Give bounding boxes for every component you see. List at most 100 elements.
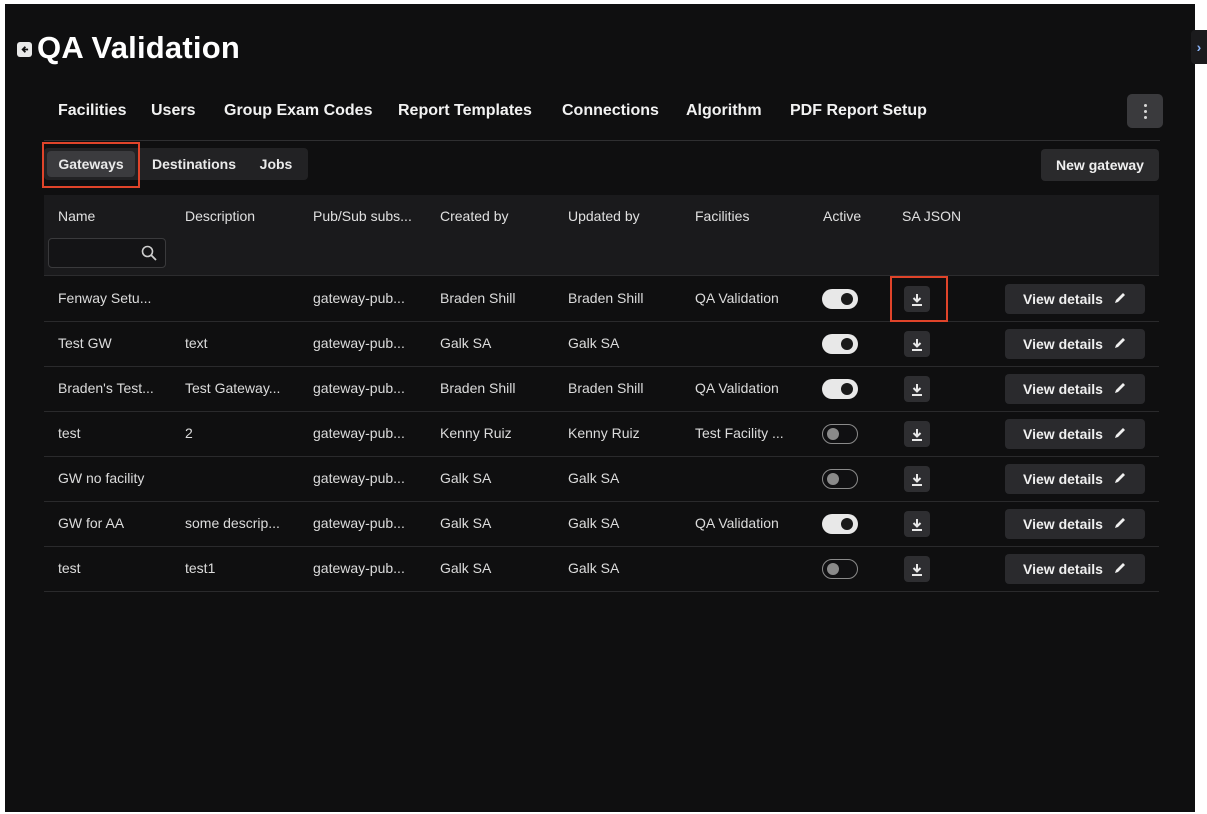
row-updated-by: Galk SA — [568, 560, 620, 576]
pencil-icon — [1113, 381, 1127, 398]
row-pubsub: gateway-pub... — [313, 335, 405, 351]
column-name[interactable]: Name — [58, 208, 95, 224]
toggle-knob — [841, 518, 853, 530]
table-row[interactable]: test test1 gateway-pub... Galk SA Galk SA Vie… — [44, 546, 1159, 592]
row-name: Fenway Setu... — [58, 290, 152, 306]
row-name: Braden's Test... — [58, 380, 154, 396]
tab-facilities[interactable]: Facilities — [58, 102, 126, 120]
active-toggle[interactable] — [822, 379, 858, 399]
back-arrow-icon[interactable] — [17, 41, 32, 57]
row-name: GW no facility — [58, 470, 145, 486]
row-pubsub: gateway-pub... — [313, 470, 405, 486]
download-sa-json-button[interactable] — [904, 511, 930, 537]
toggle-knob — [827, 472, 839, 485]
row-updated-by: Galk SA — [568, 470, 620, 486]
download-sa-json-button[interactable] — [904, 421, 930, 447]
row-facilities: QA Validation — [695, 515, 779, 531]
tab-pdf-report-setup[interactable]: PDF Report Setup — [790, 102, 927, 120]
column-facilities[interactable]: Facilities — [695, 208, 749, 224]
view-details-button[interactable]: View details — [1005, 554, 1145, 584]
pencil-icon — [1113, 516, 1127, 533]
collapse-panel-button[interactable]: › — [1191, 30, 1207, 64]
view-details-button[interactable]: View details — [1005, 509, 1145, 539]
view-details-label: View details — [1023, 381, 1103, 397]
tab-report-templates[interactable]: Report Templates — [398, 102, 532, 120]
table-row[interactable]: Braden's Test... Test Gateway... gateway-p… — [44, 366, 1159, 412]
toggle-knob — [827, 562, 839, 575]
column-updated-by[interactable]: Updated by — [568, 208, 640, 224]
download-sa-json-button[interactable] — [904, 556, 930, 582]
row-description: 2 — [185, 425, 193, 441]
active-toggle[interactable] — [822, 514, 858, 534]
row-created-by: Galk SA — [440, 335, 492, 351]
column-sa-json[interactable]: SA JSON — [902, 208, 961, 224]
active-toggle[interactable] — [822, 469, 858, 489]
tab-users[interactable]: Users — [151, 102, 195, 120]
row-name: test — [58, 560, 81, 576]
row-facilities: Test Facility ... — [695, 425, 784, 441]
row-name: test — [58, 425, 81, 441]
tab-group-exam-codes[interactable]: Group Exam Codes — [224, 102, 372, 120]
view-details-label: View details — [1023, 336, 1103, 352]
download-sa-json-button[interactable] — [904, 331, 930, 357]
column-active[interactable]: Active — [823, 208, 861, 224]
highlight-download-button — [890, 276, 948, 322]
more-options-button[interactable] — [1127, 94, 1163, 128]
table-row[interactable]: GW for AA some descrip... gateway-pub... Ga… — [44, 501, 1159, 547]
right-margin — [1195, 4, 1207, 812]
pencil-icon — [1113, 336, 1127, 353]
row-facilities: QA Validation — [695, 380, 779, 396]
row-pubsub: gateway-pub... — [313, 380, 405, 396]
download-icon — [912, 428, 922, 441]
kebab-icon — [1143, 103, 1147, 107]
pencil-icon — [1113, 291, 1127, 308]
pencil-icon — [1113, 426, 1127, 443]
row-pubsub: gateway-pub... — [313, 290, 405, 306]
download-sa-json-button[interactable] — [904, 466, 930, 492]
view-details-button[interactable]: View details — [1005, 374, 1145, 404]
view-details-button[interactable]: View details — [1005, 464, 1145, 494]
row-description: text — [185, 335, 208, 351]
view-details-button[interactable]: View details — [1005, 419, 1145, 449]
highlight-gateways-tab — [42, 142, 140, 188]
active-toggle[interactable] — [822, 334, 858, 354]
tab-algorithm[interactable]: Algorithm — [686, 102, 762, 120]
view-details-button[interactable]: View details — [1005, 284, 1145, 314]
subtab-destinations[interactable]: Destinations — [144, 148, 244, 180]
title-row: QA Validation — [17, 30, 240, 66]
table-row[interactable]: Fenway Setu... gateway-pub... Braden Shill… — [44, 276, 1159, 322]
row-pubsub: gateway-pub... — [313, 515, 405, 531]
active-toggle[interactable] — [822, 559, 858, 579]
row-created-by: Galk SA — [440, 470, 492, 486]
row-updated-by: Braden Shill — [568, 290, 644, 306]
view-details-label: View details — [1023, 471, 1103, 487]
toggle-knob — [827, 427, 839, 440]
row-updated-by: Galk SA — [568, 515, 620, 531]
chevron-right-icon: › — [1196, 39, 1202, 55]
name-search-input[interactable] — [48, 238, 166, 268]
column-created-by[interactable]: Created by — [440, 208, 508, 224]
subtab-jobs[interactable]: Jobs — [252, 148, 300, 180]
active-toggle[interactable] — [822, 424, 858, 444]
active-toggle[interactable] — [822, 289, 858, 309]
download-icon — [912, 473, 922, 486]
table-row[interactable]: test 2 gateway-pub... Kenny Ruiz Kenny Ruiz T… — [44, 411, 1159, 457]
view-details-button[interactable]: View details — [1005, 329, 1145, 359]
table-row[interactable]: GW no facility gateway-pub... Galk SA Galk … — [44, 456, 1159, 502]
table-row[interactable]: Test GW text gateway-pub... Galk SA Galk SA V… — [44, 321, 1159, 367]
row-pubsub: gateway-pub... — [313, 425, 405, 441]
row-description: some descrip... — [185, 515, 280, 531]
download-icon — [912, 518, 922, 531]
new-gateway-button[interactable]: New gateway — [1041, 149, 1159, 181]
download-sa-json-button[interactable] — [904, 376, 930, 402]
toggle-knob — [841, 293, 853, 305]
page-title: QA Validation — [37, 30, 240, 65]
download-icon — [912, 338, 922, 351]
tab-connections[interactable]: Connections — [562, 102, 659, 120]
pencil-icon — [1113, 561, 1127, 578]
toggle-knob — [841, 383, 853, 395]
pencil-icon — [1113, 471, 1127, 488]
column-pubsub[interactable]: Pub/Sub subs... — [313, 208, 412, 224]
search-icon — [141, 245, 157, 261]
column-description[interactable]: Description — [185, 208, 255, 224]
